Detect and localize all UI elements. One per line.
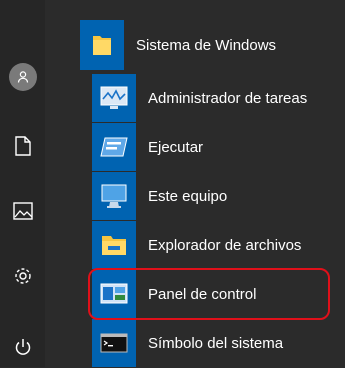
- app-this-pc[interactable]: Este equipo: [92, 171, 345, 221]
- folder-label: Sistema de Windows: [136, 36, 277, 54]
- app-label: Símbolo del sistema: [148, 334, 284, 352]
- file-explorer-icon: [92, 221, 136, 269]
- task-manager-icon: [92, 74, 136, 122]
- app-task-manager[interactable]: Administrador de tareas: [92, 73, 345, 123]
- app-label: Panel de control: [148, 285, 257, 303]
- app-command-prompt[interactable]: Símbolo del sistema: [92, 318, 345, 368]
- user-account-button[interactable]: [0, 57, 45, 97]
- documents-button[interactable]: [0, 126, 45, 166]
- power-icon: [15, 339, 30, 355]
- documents-icon: [14, 136, 31, 156]
- settings-icon: [14, 268, 31, 284]
- app-label: Explorador de archivos: [148, 236, 302, 254]
- folder-icon: [80, 20, 124, 70]
- app-label: Ejecutar: [148, 138, 204, 156]
- app-run[interactable]: Ejecutar: [92, 122, 345, 172]
- app-list: Sistema de Windows Administrador de tare…: [80, 0, 345, 367]
- folder-sistema-de-windows[interactable]: Sistema de Windows: [80, 20, 345, 70]
- power-button[interactable]: [0, 327, 45, 367]
- app-label: Este equipo: [148, 187, 228, 205]
- user-icon: [8, 63, 37, 91]
- settings-button[interactable]: [0, 256, 45, 296]
- app-control-panel[interactable]: Panel de control: [92, 269, 345, 319]
- app-label: Administrador de tareas: [148, 89, 308, 107]
- this-pc-icon: [92, 172, 136, 220]
- pictures-icon: [12, 202, 33, 220]
- control-panel-icon: [92, 270, 136, 318]
- run-icon: [92, 123, 136, 171]
- pictures-button[interactable]: [0, 191, 45, 231]
- app-file-explorer[interactable]: Explorador de archivos: [92, 220, 345, 270]
- command-prompt-icon: [92, 319, 136, 367]
- start-rail: [0, 0, 45, 367]
